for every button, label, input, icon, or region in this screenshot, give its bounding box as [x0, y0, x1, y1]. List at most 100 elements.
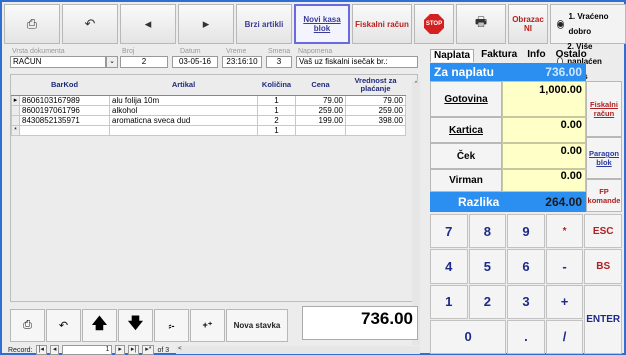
cell-qty[interactable]: 1	[257, 124, 296, 136]
cell-qty[interactable]: 1	[257, 94, 296, 106]
key-enter[interactable]: ENTER	[584, 284, 622, 354]
cell-item[interactable]: aromaticna sveca dud	[109, 114, 258, 126]
novi-kasa-blok-button[interactable]: Novi kasa blok	[294, 4, 350, 44]
cell-item[interactable]: alkohol	[109, 104, 258, 116]
table-row[interactable]: 8600197061796 alkohol 1 259.00 259.00	[11, 104, 406, 116]
cell-price[interactable]: 79.00	[295, 94, 346, 106]
stop-button[interactable]: STOP	[414, 4, 454, 44]
col-artikal[interactable]: Artikal	[109, 75, 258, 96]
cell-barcode[interactable]: 8430852135971	[19, 114, 110, 126]
cell-price[interactable]: 259.00	[295, 104, 346, 116]
cell-barcode[interactable]: 8606103167989	[19, 94, 110, 106]
cell-price[interactable]: 199.00	[295, 114, 346, 126]
document-type-select[interactable]: RAČUN	[10, 56, 106, 68]
cell-price[interactable]	[295, 124, 346, 136]
brzi-artikli-button[interactable]: Brzi artikli	[236, 4, 292, 44]
decrease-button[interactable]: ⸗-	[154, 309, 189, 342]
virman-button[interactable]: Virman	[430, 169, 502, 192]
key-7[interactable]: 7	[430, 214, 468, 249]
previous-button[interactable]: ◂	[120, 4, 176, 44]
gotovina-button[interactable]: Gotovina	[430, 81, 502, 117]
obrazac-ni-button[interactable]: Obrazac NI	[508, 4, 548, 44]
table-row[interactable]: ▸ 8606103167989 alu folija 10m 1 79.00 7…	[11, 94, 406, 106]
virman-field[interactable]: 0.00	[502, 169, 586, 192]
datum-field[interactable]: 03-05-16	[172, 56, 218, 68]
cell-value[interactable]: 398.00	[345, 114, 406, 126]
col-cena[interactable]: Cena	[295, 75, 346, 96]
prev-record-icon[interactable]: ◂	[49, 345, 60, 355]
kartica-button[interactable]: Kartica	[430, 117, 502, 143]
cell-value[interactable]	[345, 124, 406, 136]
col-vrednost[interactable]: Vrednost za plaćanje	[345, 75, 406, 96]
last-record-icon[interactable]: ▸|	[127, 345, 140, 355]
key-backspace[interactable]: BS	[584, 249, 622, 284]
key-6[interactable]: 6	[507, 249, 545, 284]
kartica-field[interactable]: 0.00	[502, 117, 586, 143]
radio-vraceno-dobro[interactable]: 1. Vraćeno dobro	[557, 9, 619, 39]
move-up-button[interactable]: 🡅	[82, 309, 117, 342]
record-label: Record:	[8, 346, 33, 354]
fiskalni-racun-side-button[interactable]: Fiskalni račun	[586, 81, 622, 137]
print-button[interactable]: 🖶	[456, 4, 506, 44]
nova-stavka-button[interactable]: Nova stavka	[226, 309, 288, 342]
new-row[interactable]: * 1	[11, 124, 406, 136]
key-dot[interactable]: .	[507, 319, 545, 354]
key-plus[interactable]: +	[545, 284, 584, 319]
cell-value[interactable]: 259.00	[345, 104, 406, 116]
key-slash[interactable]: /	[545, 319, 584, 354]
payment-panel: Za naplatu 736.00 Gotovina 1,000.00 Kart…	[430, 63, 586, 212]
horizontal-scrollbar[interactable]: <	[176, 346, 420, 354]
chevron-down-icon[interactable]: ⌄	[106, 56, 118, 68]
broj-field[interactable]: 2	[120, 56, 168, 68]
tab-faktura[interactable]: Faktura	[478, 49, 520, 62]
col-kolicina[interactable]: Količina	[257, 75, 296, 96]
undo-button[interactable]: ↶	[62, 4, 118, 44]
first-record-icon[interactable]: |◂	[35, 345, 47, 355]
move-down-button[interactable]: 🡇	[118, 309, 153, 342]
next-button[interactable]: ▸	[178, 4, 234, 44]
tab-info[interactable]: Info	[524, 49, 548, 62]
key-2[interactable]: 2	[468, 284, 507, 319]
key-9[interactable]: 9	[507, 214, 545, 249]
key-1[interactable]: 1	[430, 284, 468, 319]
tab-ostalo[interactable]: Ostalo	[553, 49, 590, 62]
key-multiply[interactable]: *	[545, 214, 584, 249]
record-number-field[interactable]: 1	[62, 345, 113, 355]
key-4[interactable]: 4	[430, 249, 468, 284]
key-esc[interactable]: ESC	[584, 214, 622, 249]
fiskalni-racun-button[interactable]: Fiskalni račun	[352, 4, 412, 44]
fp-komande-button[interactable]: FP komande	[586, 179, 622, 212]
key-0[interactable]: 0	[430, 319, 507, 354]
key-3[interactable]: 3	[507, 284, 545, 319]
cell-qty[interactable]: 2	[257, 114, 296, 126]
cell-qty[interactable]: 1	[257, 104, 296, 116]
key-8[interactable]: 8	[468, 214, 507, 249]
cell-barcode[interactable]	[19, 124, 110, 136]
cek-button[interactable]: Ček	[430, 143, 502, 169]
cell-value[interactable]: 79.00	[345, 94, 406, 106]
row-selector[interactable]	[11, 104, 20, 116]
cell-item[interactable]: alu folija 10m	[109, 94, 258, 106]
new-row-icon[interactable]: *	[11, 124, 20, 136]
print-button[interactable]: ⎙	[10, 309, 45, 342]
increase-button[interactable]: +⁺	[190, 309, 225, 342]
tab-naplata[interactable]: Naplata	[430, 49, 475, 62]
cell-item[interactable]	[109, 124, 258, 136]
cek-field[interactable]: 0.00	[502, 143, 586, 169]
key-minus[interactable]: -	[545, 249, 584, 284]
table-row[interactable]: 8430852135971 aromaticna sveca dud 2 199…	[11, 114, 406, 126]
gotovina-field[interactable]: 1,000.00	[502, 81, 586, 117]
napomena-field[interactable]: Vaš uz fiskalni isečak br.:	[296, 56, 418, 68]
cell-barcode[interactable]: 8600197061796	[19, 104, 110, 116]
vreme-field[interactable]: 23:16:10	[222, 56, 262, 68]
smena-field[interactable]: 3	[266, 56, 292, 68]
next-record-icon[interactable]: ▸	[115, 345, 125, 355]
row-selector[interactable]	[11, 114, 20, 126]
print-preview-button[interactable]: ⎙	[4, 4, 60, 44]
row-selector-icon[interactable]: ▸	[11, 94, 20, 106]
new-record-icon[interactable]: ▸*	[142, 345, 155, 355]
key-5[interactable]: 5	[468, 249, 507, 284]
undo-button[interactable]: ↶	[46, 309, 81, 342]
col-barkod[interactable]: BarKod	[19, 75, 110, 96]
paragon-blok-button[interactable]: Paragon blok	[586, 137, 622, 179]
